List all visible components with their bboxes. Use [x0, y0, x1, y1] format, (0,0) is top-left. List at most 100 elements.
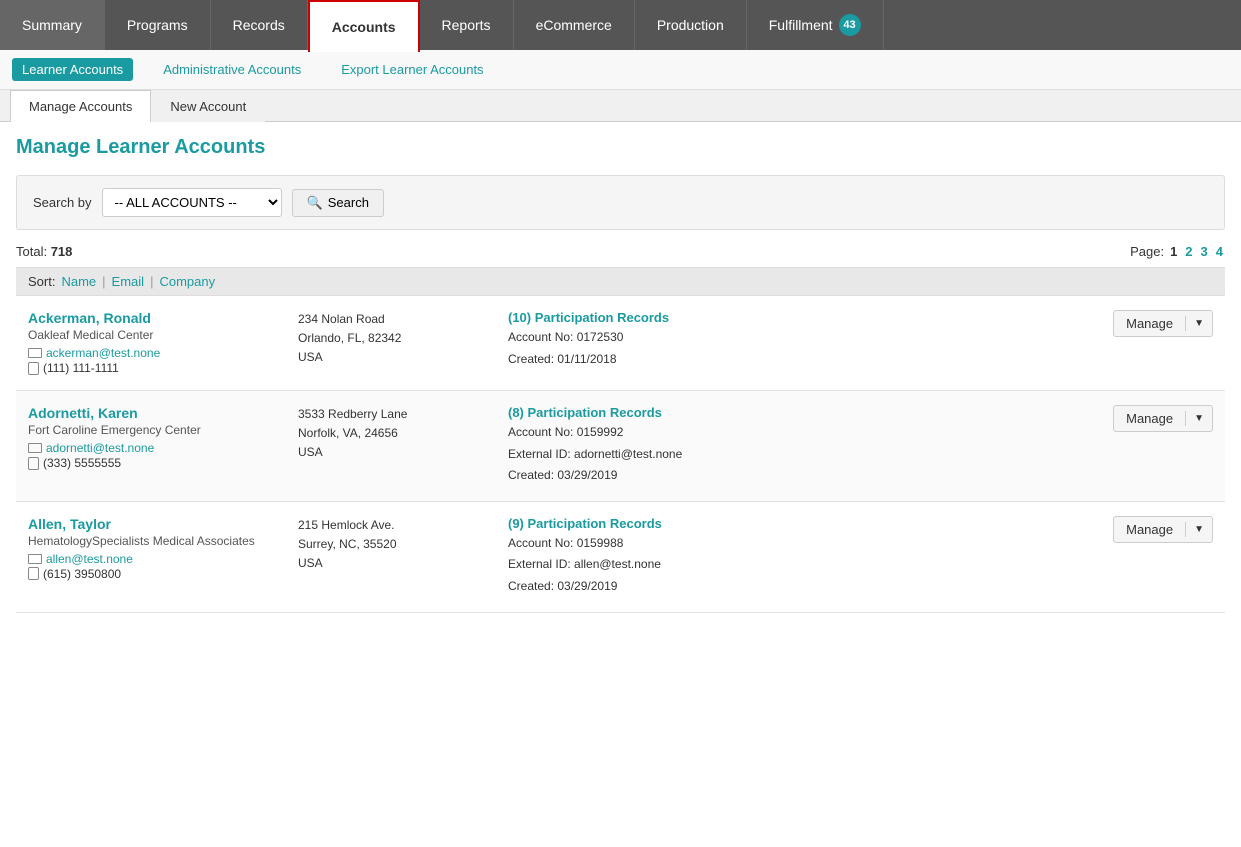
search-icon: 🔍 [307, 195, 323, 211]
account-number: Account No: 0159988 [508, 533, 1083, 555]
address-line2: Norfolk, VA, 24656 [298, 424, 498, 443]
account-meta: Account No: 0172530 Created: 01/11/2018 [508, 327, 1083, 370]
account-created: Created: 01/11/2018 [508, 349, 1083, 371]
nav-accounts[interactable]: Accounts [308, 0, 420, 52]
sub-navigation: Learner Accounts Administrative Accounts… [0, 50, 1241, 90]
address-line3: USA [298, 348, 498, 367]
account-info: Allen, Taylor HematologySpecialists Medi… [28, 516, 288, 582]
manage-button-wrap: Manage ▼ [1093, 516, 1213, 543]
account-external-id: External ID: allen@test.none [508, 554, 1083, 576]
account-created: Created: 03/29/2019 [508, 465, 1083, 487]
manage-button-wrap: Manage ▼ [1093, 405, 1213, 432]
sort-bar: Sort: Name | Email | Company [16, 267, 1225, 296]
account-address: 3533 Redberry Lane Norfolk, VA, 24656 US… [298, 405, 498, 463]
account-email[interactable]: allen@test.none [28, 552, 288, 566]
subnav-administrative-accounts[interactable]: Administrative Accounts [153, 58, 311, 81]
account-meta: Account No: 0159988 External ID: allen@t… [508, 533, 1083, 598]
nav-reports[interactable]: Reports [420, 0, 514, 50]
page-3[interactable]: 3 [1199, 244, 1210, 259]
phone-icon [28, 362, 39, 375]
account-name[interactable]: Allen, Taylor [28, 516, 288, 532]
account-phone: (615) 3950800 [28, 567, 288, 581]
account-row: Allen, Taylor HematologySpecialists Medi… [16, 502, 1225, 613]
subnav-export-learner-accounts[interactable]: Export Learner Accounts [331, 58, 493, 81]
phone-icon [28, 457, 39, 470]
manage-button[interactable]: Manage ▼ [1113, 310, 1213, 337]
email-icon [28, 443, 42, 453]
address-line1: 215 Hemlock Ave. [298, 516, 498, 535]
tab-new-account[interactable]: New Account [151, 90, 265, 122]
address-line3: USA [298, 554, 498, 573]
subnav-learner-accounts[interactable]: Learner Accounts [12, 58, 133, 81]
nav-records[interactable]: Records [211, 0, 308, 50]
page-content: Manage Learner Accounts Search by -- ALL… [0, 122, 1241, 627]
address-line1: 3533 Redberry Lane [298, 405, 498, 424]
participation-records-link[interactable]: (10) Participation Records [508, 310, 1083, 325]
account-records: (8) Participation Records Account No: 01… [508, 405, 1083, 487]
manage-dropdown-arrow[interactable]: ▼ [1186, 318, 1212, 329]
account-external-id: External ID: adornetti@test.none [508, 444, 1083, 466]
account-email[interactable]: ackerman@test.none [28, 346, 288, 360]
address-line2: Surrey, NC, 35520 [298, 535, 498, 554]
nav-summary[interactable]: Summary [0, 0, 105, 50]
nav-ecommerce[interactable]: eCommerce [514, 0, 635, 50]
nav-fulfillment[interactable]: Fulfillment 43 [747, 0, 884, 50]
account-info: Adornetti, Karen Fort Caroline Emergency… [28, 405, 288, 471]
sort-sep-2: | [150, 274, 153, 289]
account-row: Adornetti, Karen Fort Caroline Emergency… [16, 391, 1225, 502]
account-phone: (111) 111-1111 [28, 361, 288, 375]
top-navigation: Summary Programs Records Accounts Report… [0, 0, 1241, 50]
account-email[interactable]: adornetti@test.none [28, 441, 288, 455]
sort-sep-1: | [102, 274, 105, 289]
page-title: Manage Learner Accounts [16, 136, 1225, 159]
sort-email[interactable]: Email [112, 274, 145, 289]
account-address: 234 Nolan Road Orlando, FL, 82342 USA [298, 310, 498, 368]
account-row: Ackerman, Ronald Oakleaf Medical Center … [16, 296, 1225, 391]
manage-button[interactable]: Manage ▼ [1113, 405, 1213, 432]
email-icon [28, 348, 42, 358]
search-button-label: Search [328, 195, 369, 210]
page-4[interactable]: 4 [1214, 244, 1225, 259]
sort-company[interactable]: Company [159, 274, 215, 289]
manage-button-label: Manage [1114, 316, 1186, 331]
account-name[interactable]: Adornetti, Karen [28, 405, 288, 421]
account-info: Ackerman, Ronald Oakleaf Medical Center … [28, 310, 288, 376]
address-line2: Orlando, FL, 82342 [298, 329, 498, 348]
participation-records-link[interactable]: (8) Participation Records [508, 405, 1083, 420]
email-icon [28, 554, 42, 564]
address-line1: 234 Nolan Road [298, 310, 498, 329]
phone-icon [28, 567, 39, 580]
manage-dropdown-arrow[interactable]: ▼ [1186, 524, 1212, 535]
sort-name[interactable]: Name [61, 274, 96, 289]
account-name[interactable]: Ackerman, Ronald [28, 310, 288, 326]
page-1[interactable]: 1 [1168, 244, 1179, 259]
fulfillment-label: Fulfillment [769, 17, 833, 33]
account-records: (9) Participation Records Account No: 01… [508, 516, 1083, 598]
manage-button[interactable]: Manage ▼ [1113, 516, 1213, 543]
manage-button-label: Manage [1114, 411, 1186, 426]
nav-programs[interactable]: Programs [105, 0, 211, 50]
search-bar: Search by -- ALL ACCOUNTS -- 🔍 Search [16, 175, 1225, 230]
account-address: 215 Hemlock Ave. Surrey, NC, 35520 USA [298, 516, 498, 574]
account-number: Account No: 0159992 [508, 422, 1083, 444]
total-number: 718 [51, 244, 73, 259]
page-2[interactable]: 2 [1183, 244, 1194, 259]
results-header: Total: 718 Page: 1 2 3 4 [16, 244, 1225, 259]
account-records: (10) Participation Records Account No: 0… [508, 310, 1083, 370]
page-tabs: Manage Accounts New Account [0, 90, 1241, 122]
account-company: Fort Caroline Emergency Center [28, 423, 288, 437]
account-created: Created: 03/29/2019 [508, 576, 1083, 598]
total-count: Total: 718 [16, 244, 72, 259]
search-select[interactable]: -- ALL ACCOUNTS -- [102, 188, 282, 217]
tab-manage-accounts[interactable]: Manage Accounts [10, 90, 151, 122]
account-company: HematologySpecialists Medical Associates [28, 534, 288, 548]
nav-production[interactable]: Production [635, 0, 747, 50]
search-label: Search by [33, 195, 92, 210]
account-list: Ackerman, Ronald Oakleaf Medical Center … [16, 296, 1225, 613]
manage-dropdown-arrow[interactable]: ▼ [1186, 413, 1212, 424]
account-company: Oakleaf Medical Center [28, 328, 288, 342]
participation-records-link[interactable]: (9) Participation Records [508, 516, 1083, 531]
fulfillment-badge: 43 [839, 14, 861, 36]
search-button[interactable]: 🔍 Search [292, 189, 384, 217]
account-number: Account No: 0172530 [508, 327, 1083, 349]
